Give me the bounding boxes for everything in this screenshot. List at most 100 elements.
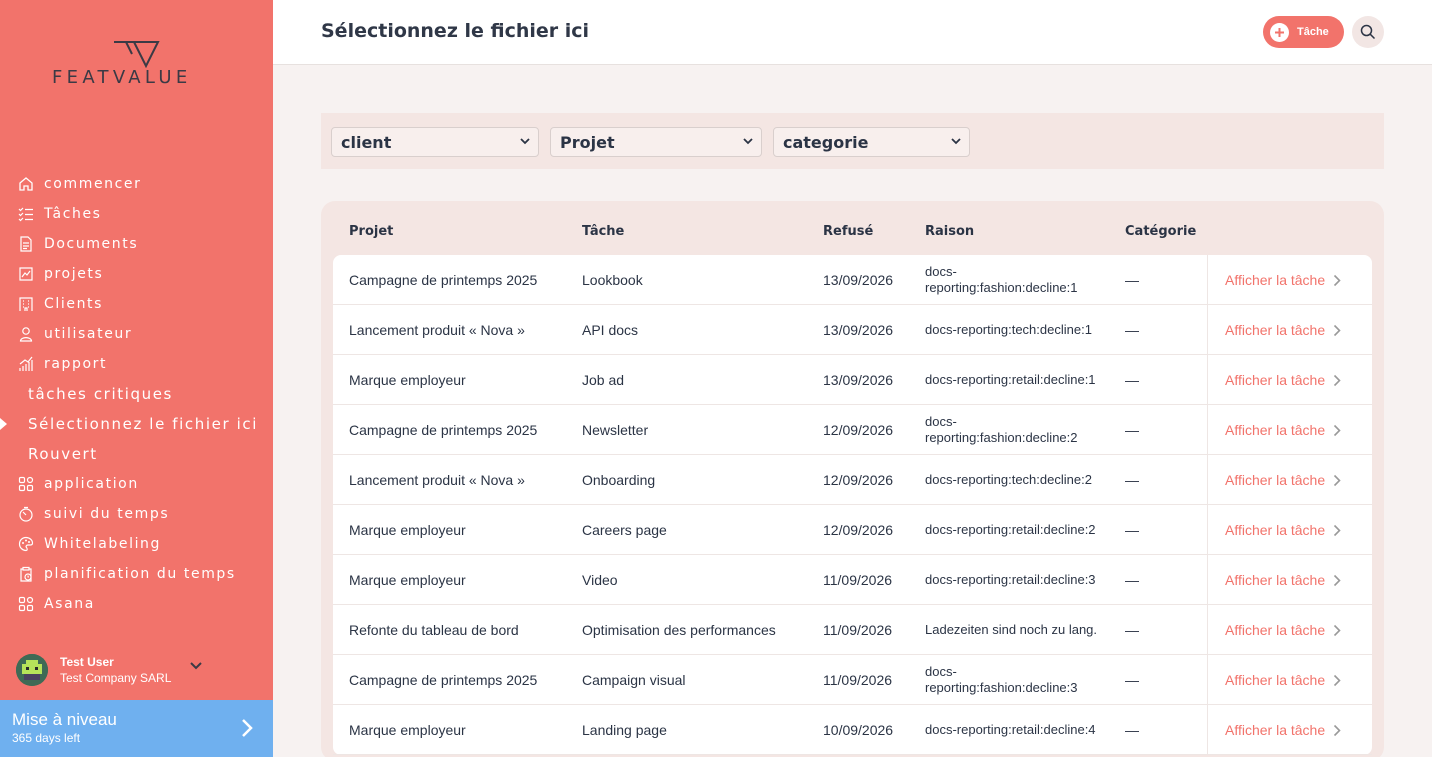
show-task-link[interactable]: Afficher la tâche — [1207, 355, 1372, 405]
show-task-label: Afficher la tâche — [1225, 622, 1326, 638]
show-task-link[interactable]: Afficher la tâche — [1207, 555, 1372, 605]
sidebar-item-label: utilisateur — [44, 326, 133, 342]
user-menu[interactable]: Test User Test Company SARL — [16, 650, 266, 690]
upgrade-banner[interactable]: Mise à niveau 365 days left — [0, 700, 273, 757]
show-task-link[interactable]: Afficher la tâche — [1207, 405, 1372, 455]
sidebar-item-commencer[interactable]: commencer — [0, 169, 273, 199]
chevron-down-icon — [743, 138, 753, 145]
chevron-right-icon — [1334, 724, 1341, 736]
chevron-down-icon — [520, 138, 530, 145]
sidebar-item-planification-du-temps[interactable]: planification du temps — [0, 559, 273, 589]
featvalue-logo[interactable]: FEATVALUE — [52, 40, 227, 90]
column-header-refuse[interactable]: Refusé — [823, 224, 873, 239]
cell-refuse: 13/09/2026 — [823, 372, 894, 388]
sidebar-item-rouvert[interactable]: Rouvert — [0, 439, 273, 469]
cell-categorie: — — [1125, 622, 1139, 638]
show-task-label: Afficher la tâche — [1225, 272, 1326, 288]
brand-name: FEATVALUE — [52, 67, 192, 88]
sidebar-item-label: commencer — [44, 176, 142, 192]
cell-categorie: — — [1125, 272, 1139, 288]
show-task-label: Afficher la tâche — [1225, 422, 1326, 438]
sidebar-item-asana[interactable]: Asana — [0, 589, 273, 619]
table-row: Marque employeur Job ad 13/09/2026 docs-… — [333, 355, 1372, 405]
sidebar-item-clients[interactable]: Clients — [0, 289, 273, 319]
logo-mark-icon — [114, 41, 160, 68]
avatar — [16, 654, 48, 686]
sidebar: FEATVALUE commencer Tâches Documents pro… — [0, 0, 273, 757]
cell-categorie: — — [1125, 722, 1139, 738]
projet-select[interactable]: Projet — [550, 127, 762, 157]
page-header: Sélectionnez le fichier ici Tâche — [273, 0, 1432, 65]
cell-refuse: 12/09/2026 — [823, 422, 894, 438]
show-task-link[interactable]: Afficher la tâche — [1207, 305, 1372, 355]
clipboard-clock-icon — [17, 565, 35, 583]
table-row: Marque employeur Landing page 10/09/2026… — [333, 705, 1372, 755]
show-task-label: Afficher la tâche — [1225, 472, 1326, 488]
chevron-down-icon[interactable] — [190, 662, 202, 670]
show-task-link[interactable]: Afficher la tâche — [1207, 655, 1372, 705]
plus-icon — [1270, 22, 1289, 42]
cell-tache: Landing page — [582, 722, 667, 738]
sidebar-item-documents[interactable]: Documents — [0, 229, 273, 259]
sidebar-item-selectionnez-le-fichier-ici[interactable]: Sélectionnez le fichier ici — [0, 409, 273, 439]
show-task-link[interactable]: Afficher la tâche — [1207, 705, 1372, 755]
add-task-button[interactable]: Tâche — [1263, 16, 1344, 48]
apps-icon — [17, 475, 35, 493]
column-header-tache[interactable]: Tâche — [582, 224, 624, 239]
documents-icon — [17, 235, 35, 253]
categorie-select[interactable]: categorie — [773, 127, 970, 157]
sidebar-item-whitelabeling[interactable]: Whitelabeling — [0, 529, 273, 559]
rejected-tasks-table: Projet Tâche Refusé Raison Catégorie Cam… — [321, 201, 1384, 757]
chevron-down-icon — [951, 138, 961, 145]
cell-projet: Lancement produit « Nova » — [349, 322, 525, 338]
sidebar-item-label: suivi du temps — [44, 506, 170, 522]
cell-categorie: — — [1125, 472, 1139, 488]
client-select[interactable]: client — [331, 127, 539, 157]
cell-refuse: 13/09/2026 — [823, 272, 894, 288]
table-row: Campagne de printemps 2025 Newsletter 12… — [333, 405, 1372, 455]
chevron-right-icon — [1334, 674, 1341, 686]
sidebar-item-taches[interactable]: Tâches — [0, 199, 273, 229]
sidebar-item-suivi-du-temps[interactable]: suivi du temps — [0, 499, 273, 529]
sidebar-item-label: Rouvert — [28, 445, 98, 463]
column-header-raison[interactable]: Raison — [925, 224, 974, 239]
show-task-link[interactable]: Afficher la tâche — [1207, 255, 1372, 305]
show-task-label: Afficher la tâche — [1225, 372, 1326, 388]
show-task-label: Afficher la tâche — [1225, 572, 1326, 588]
chevron-right-icon — [1334, 274, 1341, 286]
cell-raison: docs-reporting:fashion:decline:1 — [925, 264, 1078, 295]
cell-raison: docs-reporting:retail:decline:4 — [925, 722, 1096, 737]
search-icon — [1360, 24, 1376, 40]
cell-refuse: 11/09/2026 — [823, 622, 893, 638]
sidebar-item-label: Whitelabeling — [44, 536, 162, 552]
cell-projet: Marque employeur — [349, 522, 466, 538]
cell-projet: Campagne de printemps 2025 — [349, 672, 538, 688]
cell-tache: Video — [582, 572, 618, 588]
cell-projet: Lancement produit « Nova » — [349, 472, 525, 488]
column-header-categorie[interactable]: Catégorie — [1125, 224, 1196, 239]
chart-icon — [17, 265, 35, 283]
cell-projet: Campagne de printemps 2025 — [349, 272, 538, 288]
sidebar-nav: commencer Tâches Documents projets Clien… — [0, 169, 273, 619]
show-task-link[interactable]: Afficher la tâche — [1207, 605, 1372, 655]
cell-refuse: 12/09/2026 — [823, 522, 894, 538]
sidebar-item-rapport[interactable]: rapport — [0, 349, 273, 379]
sidebar-item-utilisateur[interactable]: utilisateur — [0, 319, 273, 349]
show-task-label: Afficher la tâche — [1225, 322, 1326, 338]
column-header-projet[interactable]: Projet — [349, 224, 393, 239]
sidebar-item-projets[interactable]: projets — [0, 259, 273, 289]
sidebar-item-label: Sélectionnez le fichier ici — [28, 415, 258, 433]
show-task-link[interactable]: Afficher la tâche — [1207, 505, 1372, 555]
cell-refuse: 10/09/2026 — [823, 722, 894, 738]
sidebar-item-application[interactable]: application — [0, 469, 273, 499]
sidebar-item-label: Tâches — [44, 206, 102, 222]
show-task-link[interactable]: Afficher la tâche — [1207, 455, 1372, 505]
user-name: Test User — [60, 655, 114, 669]
apps-icon — [17, 595, 35, 613]
checklist-icon — [17, 205, 35, 223]
cell-refuse: 12/09/2026 — [823, 472, 894, 488]
search-button[interactable] — [1352, 16, 1384, 48]
palette-icon — [17, 535, 35, 553]
sidebar-item-taches-critiques[interactable]: tâches critiques — [0, 379, 273, 409]
categorie-select-value: categorie — [783, 132, 869, 152]
